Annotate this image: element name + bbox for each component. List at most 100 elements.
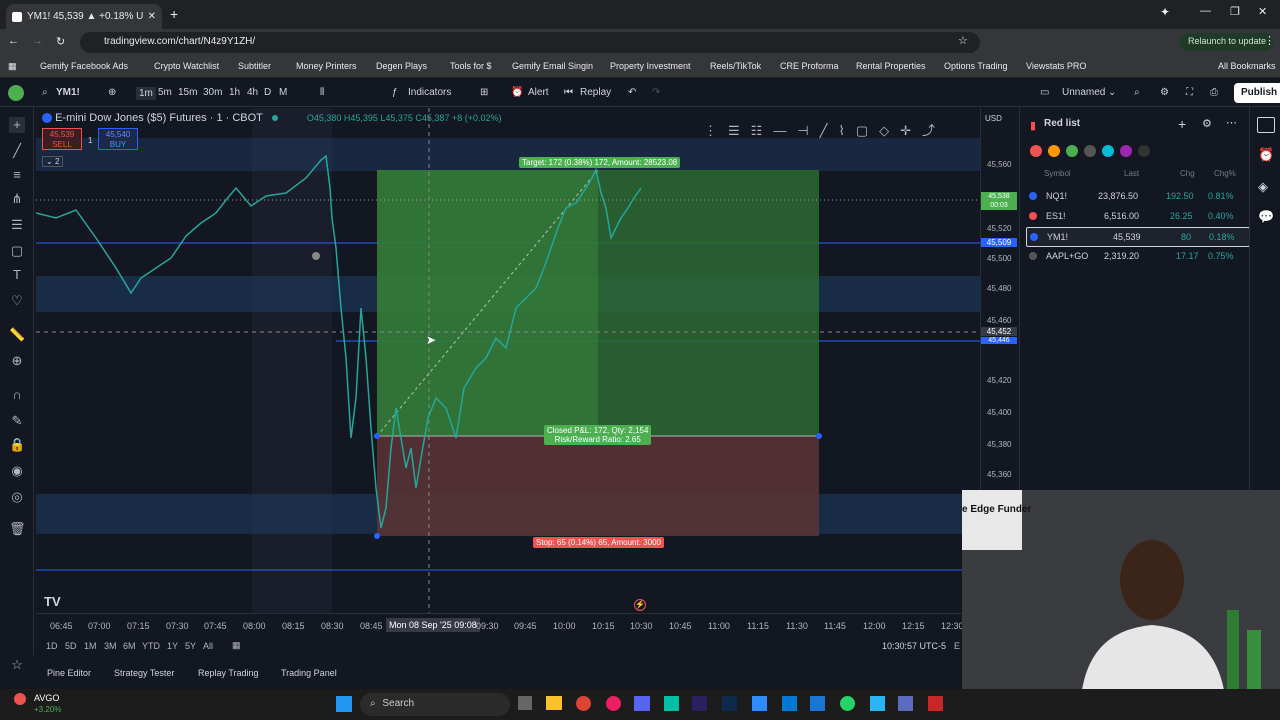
all-bookmarks[interactable]: All Bookmarks bbox=[1218, 61, 1276, 71]
bookmark-item[interactable]: CRE Proforma bbox=[780, 61, 839, 71]
app-icon[interactable] bbox=[664, 696, 679, 711]
magnet-icon[interactable]: ∩ bbox=[9, 387, 25, 403]
chart-title[interactable]: E-mini Dow Jones ($5) Futures · 1 · CBOT bbox=[55, 112, 263, 124]
buy-button[interactable]: 45,540 BUY bbox=[98, 128, 138, 150]
address-bar[interactable]: tradingview.com/chart/N4z9Y1ZH/ bbox=[80, 32, 980, 53]
window-close-icon[interactable]: ✕ bbox=[1258, 5, 1267, 18]
range-all[interactable]: All bbox=[203, 641, 213, 651]
bookmark-item[interactable]: Crypto Watchlist bbox=[154, 61, 219, 71]
file-explorer-icon[interactable] bbox=[546, 696, 562, 710]
replay-button[interactable]: Replay bbox=[580, 87, 611, 98]
fib-icon[interactable]: ☰ bbox=[9, 217, 25, 233]
eye-icon[interactable]: ◉ bbox=[9, 463, 25, 479]
red-flag-icon[interactable] bbox=[1030, 145, 1042, 157]
favorites-star-icon[interactable]: ☆ bbox=[9, 657, 25, 673]
watchlist-row[interactable]: AAPL+GO 2,319.20 17.17 0.75% bbox=[1026, 247, 1250, 267]
chrome-icon[interactable] bbox=[576, 696, 591, 711]
range-1m[interactable]: 1M bbox=[84, 641, 97, 651]
app-icon[interactable] bbox=[928, 696, 943, 711]
shapes-icon[interactable]: ▢ bbox=[9, 243, 25, 259]
symbol-search[interactable]: YM1! bbox=[56, 87, 80, 98]
sell-button[interactable]: 45,539 SELL bbox=[42, 128, 82, 150]
bookmark-item[interactable]: Rental Properties bbox=[856, 61, 926, 71]
interval-d[interactable]: D bbox=[264, 87, 271, 98]
taskbar-search[interactable]: ⌕ Search bbox=[360, 693, 510, 716]
interval-1h[interactable]: 1h bbox=[229, 87, 240, 98]
layers-icon[interactable]: ◈ bbox=[1258, 179, 1268, 195]
globe-icon[interactable]: ◎ bbox=[9, 489, 25, 505]
tz-suffix[interactable]: E bbox=[954, 641, 960, 651]
bookmark-item[interactable]: Property Investment bbox=[610, 61, 691, 71]
whatsapp-icon[interactable] bbox=[840, 696, 855, 711]
trend-tool-icon[interactable]: ╱ bbox=[820, 123, 839, 138]
patterns-icon[interactable]: ♡ bbox=[9, 293, 25, 309]
range-ytd[interactable]: YTD bbox=[142, 641, 160, 651]
minimize-icon[interactable]: — bbox=[1200, 5, 1211, 17]
chart-pane[interactable]: E-mini Dow Jones ($5) Futures · 1 · CBOT… bbox=[36, 108, 980, 613]
layout-icon[interactable]: ▭ bbox=[1040, 87, 1049, 98]
interval-5m[interactable]: 5m bbox=[158, 87, 172, 98]
app-icon[interactable] bbox=[870, 696, 885, 711]
ray-tool-icon[interactable]: — bbox=[773, 123, 797, 138]
premiere-icon[interactable] bbox=[692, 696, 707, 711]
watchlist-icon[interactable] bbox=[1257, 117, 1275, 133]
quick-search-icon[interactable]: ⌕ bbox=[1134, 87, 1140, 98]
photoshop-icon[interactable] bbox=[722, 696, 737, 711]
sparkle-icon[interactable]: ✦ bbox=[1160, 5, 1170, 19]
chevron-down-icon[interactable]: ⌄ bbox=[1108, 87, 1116, 98]
channel-tool-icon[interactable]: ☷ bbox=[751, 123, 774, 138]
range-1d[interactable]: 1D bbox=[46, 641, 58, 651]
alert-icon[interactable]: ⏰ bbox=[511, 87, 523, 98]
menu-icon[interactable]: ⋮ bbox=[1264, 34, 1275, 47]
text-icon[interactable]: T bbox=[9, 267, 25, 283]
tab-trading-panel[interactable]: Trading Panel bbox=[281, 668, 337, 678]
green-flag-icon[interactable] bbox=[1066, 145, 1078, 157]
redo-icon[interactable]: ↷ bbox=[652, 87, 660, 98]
bookmark-item[interactable]: Viewstats PRO bbox=[1026, 61, 1086, 71]
layout-name[interactable]: Unnamed bbox=[1062, 87, 1105, 98]
new-tab-icon[interactable]: + bbox=[170, 6, 178, 22]
fib-tool-icon[interactable]: ☰ bbox=[728, 123, 751, 138]
chat-icon[interactable]: 💬 bbox=[1258, 209, 1274, 225]
watchlist-row[interactable]: ES1! 6,516.00 26.25 0.40% bbox=[1026, 207, 1250, 227]
maximize-icon[interactable]: ❐ bbox=[1230, 5, 1240, 18]
tab-pine-editor[interactable]: Pine Editor bbox=[47, 668, 91, 678]
draw-mode-icon[interactable]: ✎ bbox=[9, 413, 25, 429]
bookmark-item[interactable]: Options Trading bbox=[944, 61, 1008, 71]
watchlist-more-icon[interactable]: ⋯ bbox=[1226, 116, 1237, 129]
forward-icon[interactable]: → bbox=[32, 35, 43, 47]
ruler-icon[interactable]: 📏 bbox=[9, 327, 25, 343]
bookmark-item[interactable]: Gemify Email Singin bbox=[512, 61, 593, 71]
app-icon[interactable] bbox=[898, 696, 913, 711]
clear-flag-icon[interactable] bbox=[1138, 145, 1150, 157]
lines-icon[interactable]: ≡ bbox=[9, 167, 25, 183]
app-icon[interactable] bbox=[782, 696, 797, 711]
settings-icon[interactable]: ⚙ bbox=[1160, 87, 1169, 98]
star-icon[interactable]: ☆ bbox=[958, 34, 968, 47]
publish-button[interactable]: Publish bbox=[1234, 83, 1280, 103]
range-1y[interactable]: 1Y bbox=[167, 641, 178, 651]
app-icon[interactable] bbox=[606, 696, 621, 711]
bookmark-item[interactable]: Subtitler bbox=[238, 61, 271, 71]
trash-icon[interactable]: 🗑 bbox=[9, 521, 26, 537]
interval-m[interactable]: M bbox=[279, 87, 287, 98]
browser-tab[interactable]: YM1! 45,539 ▲ +0.18% Unnam ✕ bbox=[6, 4, 162, 29]
bookmark-item[interactable]: Gemify Facebook Ads bbox=[40, 61, 128, 71]
alerts-icon[interactable]: ⏰ bbox=[1258, 147, 1274, 163]
compare-icon[interactable]: ⊕ bbox=[108, 87, 116, 98]
eraser-tool-icon[interactable]: ◇ bbox=[879, 123, 900, 138]
hline-tool-icon[interactable]: ⊣ bbox=[797, 123, 819, 138]
lightning-icon[interactable]: ⚡ bbox=[634, 599, 646, 611]
camera-icon[interactable]: ⎙ bbox=[1210, 87, 1218, 98]
brush-tool-icon[interactable]: ⌇ bbox=[838, 123, 855, 138]
close-icon[interactable]: ✕ bbox=[148, 11, 156, 22]
fullscreen-icon[interactable]: ⛶ bbox=[1186, 87, 1193, 98]
indicators-icon[interactable]: ƒ bbox=[392, 87, 398, 98]
windows-start-icon[interactable] bbox=[336, 696, 352, 712]
interval-1m[interactable]: 1m bbox=[136, 87, 156, 100]
indicators-collapse[interactable]: ⌄ 2 bbox=[42, 156, 64, 167]
indicators-button[interactable]: Indicators bbox=[408, 87, 451, 98]
zoom-icon[interactable]: ⊕ bbox=[9, 353, 25, 369]
currency-select[interactable]: USD bbox=[985, 114, 1002, 123]
goto-date-icon[interactable]: ▦ bbox=[232, 640, 241, 651]
